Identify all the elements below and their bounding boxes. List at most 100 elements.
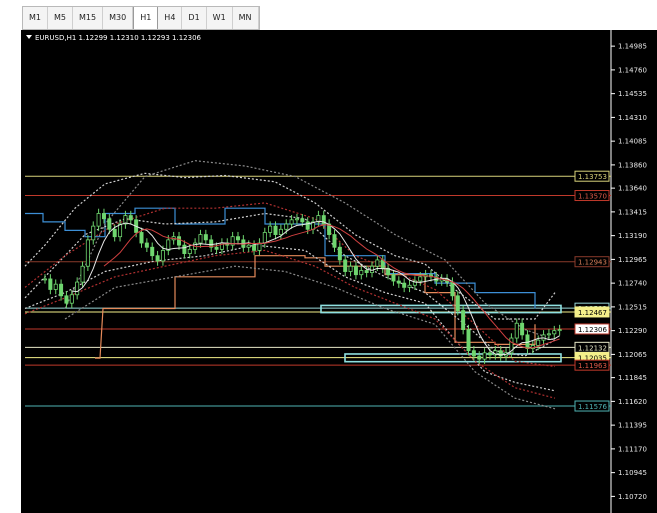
candle-body bbox=[80, 265, 85, 283]
level-label: 1.11576 bbox=[578, 403, 607, 411]
y-tick-label: 1.14310 bbox=[618, 114, 647, 122]
candle-body bbox=[268, 225, 273, 233]
candle-body bbox=[546, 333, 551, 336]
timeframe-button-m30[interactable]: M30 bbox=[103, 7, 134, 29]
candle-body bbox=[514, 322, 519, 339]
candle-body bbox=[252, 244, 257, 251]
candle-body bbox=[332, 234, 337, 248]
y-tick-label: 1.10945 bbox=[618, 469, 647, 477]
chart-svg: EURUSD,H1 1.12299 1.12310 1.12293 1.1230… bbox=[24, 30, 647, 513]
candle-body bbox=[359, 270, 364, 276]
candle-body bbox=[557, 329, 562, 332]
timeframe-button-h4[interactable]: H4 bbox=[158, 7, 183, 29]
candle-body bbox=[294, 218, 299, 221]
level-label: 1.13570 bbox=[578, 193, 607, 201]
candle-body bbox=[466, 329, 471, 352]
candle-body bbox=[42, 278, 47, 281]
candle-body bbox=[552, 330, 557, 335]
candle-body bbox=[155, 255, 160, 262]
candle-body bbox=[278, 228, 283, 235]
candle-body bbox=[107, 218, 112, 230]
y-tick-label: 1.12515 bbox=[618, 303, 647, 311]
candle-body bbox=[348, 265, 353, 272]
y-tick-label: 1.14085 bbox=[618, 138, 647, 146]
level-label: 1.12306 bbox=[578, 326, 607, 334]
candle-body bbox=[75, 281, 80, 296]
candle-body bbox=[64, 295, 69, 304]
candle-body bbox=[289, 219, 294, 225]
level-label: 1.12132 bbox=[578, 344, 607, 352]
y-tick-label: 1.13860 bbox=[618, 161, 647, 169]
candle-body bbox=[112, 228, 117, 238]
candle-body bbox=[364, 270, 369, 273]
timeframe-button-m15[interactable]: M15 bbox=[73, 7, 104, 29]
y-tick-label: 1.13415 bbox=[618, 208, 647, 216]
candle-body bbox=[407, 284, 412, 288]
y-tick-label: 1.11170 bbox=[618, 445, 647, 453]
candle-body bbox=[273, 225, 278, 235]
level-label: 1.12467 bbox=[578, 309, 607, 317]
candle-body bbox=[96, 213, 101, 227]
candle-body bbox=[487, 352, 492, 356]
candle-body bbox=[187, 248, 192, 254]
timeframe-button-mn[interactable]: MN bbox=[233, 7, 259, 29]
candle-body bbox=[139, 232, 144, 244]
price-chart[interactable]: EURUSD,H1 1.12299 1.12310 1.12293 1.1230… bbox=[21, 30, 657, 513]
candle-body bbox=[418, 276, 423, 282]
candle-body bbox=[300, 218, 305, 223]
candle-body bbox=[53, 283, 58, 290]
candle-body bbox=[262, 232, 267, 244]
candle-body bbox=[91, 225, 96, 241]
candle-body bbox=[150, 246, 155, 257]
collapse-icon bbox=[26, 35, 32, 39]
y-tick-label: 1.12740 bbox=[618, 280, 647, 288]
timeframe-button-m1[interactable]: M1 bbox=[23, 7, 48, 29]
y-tick-label: 1.11395 bbox=[618, 422, 647, 430]
candle-body bbox=[461, 310, 466, 330]
y-tick-label: 1.10720 bbox=[618, 493, 647, 501]
candle-body bbox=[128, 215, 133, 221]
y-tick-label: 1.14760 bbox=[618, 66, 647, 74]
y-tick-label: 1.14535 bbox=[618, 90, 647, 98]
y-tick-label: 1.12290 bbox=[618, 327, 647, 335]
candle-body bbox=[182, 244, 187, 254]
indicator-line-dashed-white-3 bbox=[24, 244, 556, 392]
candle-body bbox=[144, 242, 149, 248]
candle-body bbox=[214, 246, 219, 250]
candle-body bbox=[450, 281, 455, 297]
candle-body bbox=[235, 236, 240, 241]
candle-body bbox=[402, 282, 407, 288]
candle-body bbox=[198, 234, 203, 244]
level-label: 1.12943 bbox=[578, 259, 607, 267]
timeframe-button-d1[interactable]: D1 bbox=[182, 7, 207, 29]
level-label: 1.11963 bbox=[578, 362, 607, 370]
y-tick-label: 1.11620 bbox=[618, 398, 647, 406]
candle-body bbox=[353, 265, 358, 276]
y-tick-label: 1.12065 bbox=[618, 351, 647, 359]
timeframe-button-m5[interactable]: M5 bbox=[48, 7, 73, 29]
indicator-line-upper-blue bbox=[25, 207, 536, 309]
candle-body bbox=[118, 223, 123, 238]
candle-body bbox=[471, 350, 476, 357]
candle-body bbox=[477, 355, 482, 360]
timeframe-button-h1[interactable]: H1 bbox=[133, 7, 159, 29]
candle-body bbox=[396, 280, 401, 284]
timeframe-button-w1[interactable]: W1 bbox=[207, 7, 233, 29]
candle-body bbox=[520, 322, 525, 336]
y-tick-label: 1.14985 bbox=[618, 43, 647, 51]
y-tick-label: 1.13190 bbox=[618, 232, 647, 240]
timeframe-toolbar: M1 M5 M15 M30 H1 H4 D1 W1 MN bbox=[22, 6, 260, 30]
candle-body bbox=[455, 295, 460, 311]
y-tick-label: 1.13640 bbox=[618, 185, 647, 193]
candle-body bbox=[375, 259, 380, 267]
level-label: 1.13753 bbox=[578, 173, 607, 181]
symbol-header: EURUSD,H1 1.12299 1.12310 1.12293 1.1230… bbox=[35, 34, 202, 42]
candle-body bbox=[48, 278, 53, 290]
candle-body bbox=[85, 239, 90, 267]
y-tick-label: 1.11845 bbox=[618, 374, 647, 382]
candle-body bbox=[101, 213, 106, 220]
candle-body bbox=[59, 283, 64, 297]
candle-body bbox=[305, 221, 310, 230]
candle-body bbox=[69, 294, 74, 304]
candle-body bbox=[391, 274, 396, 282]
